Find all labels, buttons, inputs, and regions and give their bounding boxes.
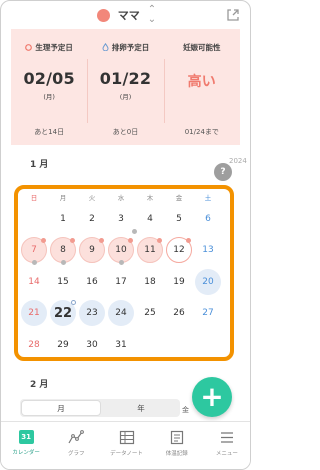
day-cell[interactable]: 6 bbox=[195, 206, 221, 232]
record-dot bbox=[128, 238, 133, 243]
tab-data-notes[interactable]: データノート bbox=[101, 422, 151, 469]
period-forecast: 生理予定日 02/05 (月) あと14日 bbox=[11, 29, 87, 145]
graph-icon bbox=[68, 430, 85, 444]
day-cell[interactable]: 14 bbox=[21, 269, 47, 295]
tab-data-notes-label: データノート bbox=[110, 451, 143, 457]
cycle-summary-card[interactable]: 生理予定日 02/05 (月) あと14日 排卵予定日 01/22 (月) あと… bbox=[11, 29, 240, 145]
weekday-fri: 金 bbox=[175, 194, 183, 202]
weekday-tue: 火 bbox=[88, 194, 96, 202]
calendar-icon: 31 bbox=[18, 430, 34, 444]
record-dot bbox=[119, 260, 124, 265]
day-cell[interactable]: 15 bbox=[50, 269, 76, 295]
view-toggle: 月 年 bbox=[20, 399, 180, 417]
day-cell[interactable]: 31 bbox=[108, 332, 134, 358]
drop-icon bbox=[102, 43, 109, 51]
record-dot bbox=[61, 260, 66, 265]
record-dot bbox=[186, 238, 191, 243]
table-icon bbox=[119, 430, 134, 445]
day-cell[interactable]: 19 bbox=[166, 269, 192, 295]
drop-icon bbox=[25, 44, 33, 51]
fertility-chance: 妊娠可能性 高い 01/24まで bbox=[163, 29, 240, 145]
day-cell-fertile[interactable]: 21 bbox=[21, 300, 47, 326]
day-cell[interactable]: 30 bbox=[79, 332, 105, 358]
day-cell[interactable]: 29 bbox=[50, 332, 76, 358]
day-cell[interactable]: 25 bbox=[137, 300, 163, 326]
day-cell[interactable]: 28 bbox=[21, 332, 47, 358]
day-cell[interactable]: 1 bbox=[50, 206, 76, 232]
record-dot bbox=[99, 238, 104, 243]
weekday-wed: 水 bbox=[117, 194, 125, 202]
weekday-sun: 日 bbox=[30, 194, 38, 202]
hamburger-icon bbox=[220, 432, 233, 443]
record-dot bbox=[32, 260, 37, 265]
weekday-peek: 金 bbox=[182, 406, 189, 414]
period-title: 生理予定日 bbox=[35, 42, 73, 52]
fertility-level: 高い bbox=[187, 74, 217, 90]
record-dot bbox=[132, 229, 137, 234]
day-cell[interactable]: 13 bbox=[195, 237, 221, 263]
day-cell-fertile[interactable]: 20 bbox=[195, 269, 221, 295]
tab-calendar-label: カレンダー bbox=[12, 450, 40, 456]
period-days-left: あと14日 bbox=[34, 128, 65, 136]
period-weekday: (月) bbox=[43, 93, 55, 101]
help-button[interactable]: ? bbox=[214, 163, 232, 181]
month-label-january: 1 月 bbox=[30, 160, 49, 170]
month-label-february: 2 月 bbox=[30, 380, 49, 390]
view-year-option[interactable]: 年 bbox=[102, 399, 180, 417]
notebook-icon bbox=[170, 430, 183, 445]
calendar-grid: 日 月 火 水 木 金 土 1 2 3 4 5 6 7 8 9 10 11 12… bbox=[14, 185, 234, 361]
ovulation-marker bbox=[71, 300, 76, 305]
ovulation-forecast: 排卵予定日 01/22 (月) あと0日 bbox=[87, 29, 163, 145]
day-cell[interactable]: 27 bbox=[195, 300, 221, 326]
tab-graph[interactable]: グラフ bbox=[51, 422, 101, 469]
day-cell[interactable]: 4 bbox=[137, 206, 163, 232]
day-cell[interactable]: 16 bbox=[79, 269, 105, 295]
tab-menu-label: メニュー bbox=[215, 451, 238, 457]
day-cell[interactable]: 17 bbox=[108, 269, 134, 295]
tab-menu[interactable]: メニュー bbox=[202, 422, 250, 469]
bottom-tab-bar: 31 カレンダー グラフ データノート 体温記録 メニュー bbox=[1, 421, 250, 469]
ovulation-days-left: あと0日 bbox=[112, 128, 139, 136]
day-cell-fertile[interactable]: 24 bbox=[108, 300, 134, 326]
ovulation-title: 排卵予定日 bbox=[111, 42, 150, 52]
top-bar: ママ ⌃ ⌄ bbox=[1, 1, 250, 29]
period-date: 02/05 bbox=[23, 69, 75, 88]
tab-temperature[interactable]: 体温記録 bbox=[152, 422, 202, 469]
share-icon[interactable] bbox=[226, 8, 240, 22]
ovulation-date: 01/22 bbox=[99, 69, 152, 88]
add-record-button[interactable]: + bbox=[192, 377, 232, 417]
day-cell[interactable]: 26 bbox=[166, 300, 192, 326]
day-cell[interactable]: 2 bbox=[79, 206, 105, 232]
weekday-mon: 月 bbox=[59, 194, 67, 202]
ovulation-weekday: (月) bbox=[119, 93, 132, 101]
record-dot bbox=[41, 238, 46, 243]
fertility-until: 01/24まで bbox=[184, 128, 219, 136]
tab-graph-label: グラフ bbox=[68, 451, 85, 457]
day-cell[interactable]: 5 bbox=[166, 206, 192, 232]
profile-name[interactable]: ママ bbox=[118, 7, 140, 23]
view-month-option[interactable]: 月 bbox=[21, 400, 101, 416]
tab-calendar[interactable]: 31 カレンダー bbox=[1, 422, 51, 469]
day-cell-fertile[interactable]: 23 bbox=[79, 300, 105, 326]
tab-temperature-label: 体温記録 bbox=[165, 451, 188, 457]
weekday-sat: 土 bbox=[204, 194, 212, 202]
fertility-title: 妊娠可能性 bbox=[183, 42, 221, 52]
record-dot bbox=[157, 238, 162, 243]
profile-color-dot bbox=[96, 8, 110, 22]
day-cell[interactable]: 3 bbox=[108, 206, 134, 232]
weekday-thu: 木 bbox=[146, 194, 154, 202]
day-cell[interactable]: 18 bbox=[137, 269, 163, 295]
record-dot bbox=[70, 238, 75, 243]
chevron-updown-icon[interactable]: ⌃ ⌄ bbox=[148, 5, 156, 25]
app-window: ママ ⌃ ⌄ 生理予定日 02/05 (月) あと14日 排卵予定日 01/22 … bbox=[0, 0, 251, 470]
year-label: 2024 bbox=[229, 157, 247, 165]
